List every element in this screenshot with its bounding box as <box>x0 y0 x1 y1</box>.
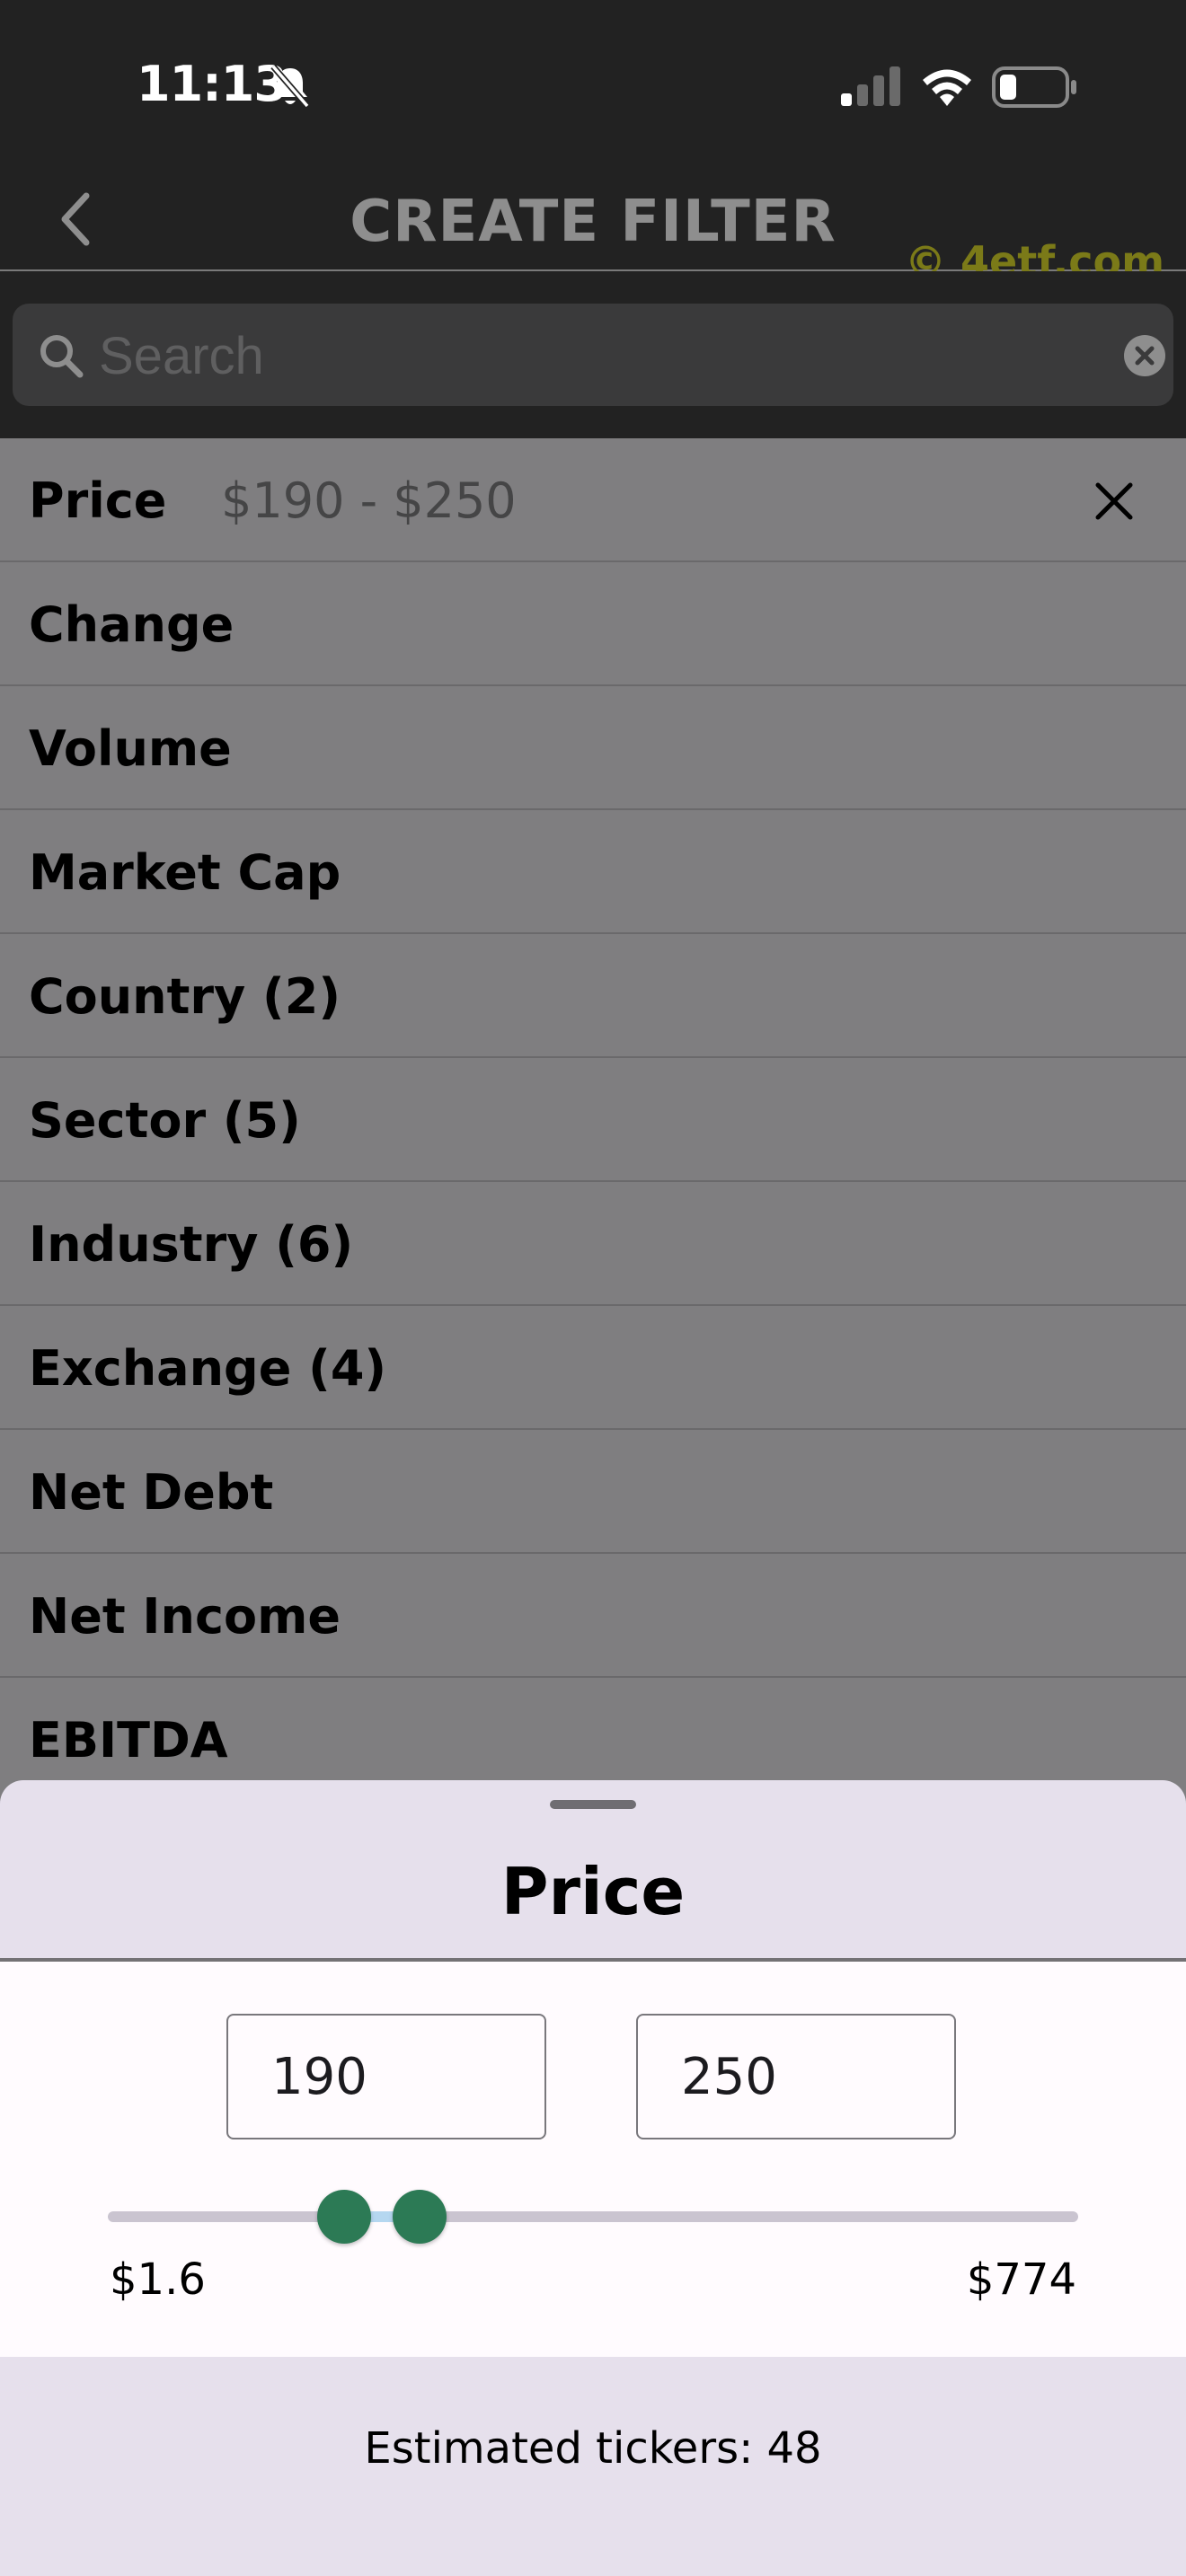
filter-label: Sector (5) <box>29 1092 301 1149</box>
filter-label: Price <box>29 472 167 529</box>
filter-label: Market Cap <box>29 844 341 901</box>
nav-bar: CREATE FILTER © 4etf.com <box>0 162 1186 286</box>
filter-row-country[interactable]: Country (2) <box>0 934 1186 1058</box>
range-max-label: $774 <box>966 2254 1076 2305</box>
filter-label: EBITDA <box>29 1712 228 1769</box>
filter-label: Industry (6) <box>29 1216 354 1273</box>
clear-circle-icon[interactable] <box>1123 334 1166 377</box>
filter-label: Net Income <box>29 1588 341 1645</box>
status-time: 11:13 <box>137 56 288 112</box>
price-slider-min-thumb[interactable] <box>317 2190 372 2244</box>
max-price-input[interactable] <box>636 2014 956 2139</box>
filter-row-net-debt[interactable]: Net Debt <box>0 1430 1186 1554</box>
filter-row-change[interactable]: Change <box>0 562 1186 686</box>
range-min-label: $1.6 <box>110 2254 206 2305</box>
sheet-body: $1.6 $774 <box>0 1958 1186 2357</box>
price-slider-track[interactable] <box>108 2211 1078 2222</box>
search-area <box>0 271 1186 438</box>
filter-label: Volume <box>29 720 232 777</box>
search-input[interactable] <box>97 320 1071 392</box>
filter-label: Net Debt <box>29 1464 274 1521</box>
cellular-signal-icon <box>841 66 900 106</box>
filter-row-volume[interactable]: Volume <box>0 686 1186 810</box>
filter-row-exchange[interactable]: Exchange (4) <box>0 1306 1186 1430</box>
close-icon[interactable] <box>1093 480 1136 523</box>
wifi-icon <box>923 69 971 106</box>
price-bottom-sheet: Price $1.6 $774 Estimated tickers: 48 <box>0 1780 1186 2576</box>
filter-label: Change <box>29 596 235 653</box>
magnifier-icon <box>40 335 84 378</box>
filter-value: $190 - $250 <box>221 472 517 529</box>
search-box[interactable] <box>13 304 1173 406</box>
filter-label: Country (2) <box>29 968 341 1025</box>
filter-row-price[interactable]: Price $190 - $250 <box>0 438 1186 562</box>
estimated-tickers: Estimated tickers: 48 <box>364 2423 822 2474</box>
filter-list: Price $190 - $250 Change Volume Market C… <box>0 438 1186 1780</box>
min-price-input[interactable] <box>226 2014 546 2139</box>
filter-row-market-cap[interactable]: Market Cap <box>0 810 1186 934</box>
filter-row-ebitda[interactable]: EBITDA <box>0 1678 1186 1780</box>
bell-slash-icon <box>270 64 310 109</box>
filter-row-net-income[interactable]: Net Income <box>0 1554 1186 1678</box>
filter-row-sector[interactable]: Sector (5) <box>0 1058 1186 1182</box>
battery-icon <box>992 66 1076 108</box>
sheet-title: Price <box>500 1854 686 1929</box>
status-bar: 11:13 <box>0 0 1186 162</box>
price-slider-max-thumb[interactable] <box>393 2190 447 2244</box>
sheet-drag-handle[interactable] <box>550 1800 636 1809</box>
filter-label: Exchange (4) <box>29 1340 387 1397</box>
filter-row-industry[interactable]: Industry (6) <box>0 1182 1186 1306</box>
